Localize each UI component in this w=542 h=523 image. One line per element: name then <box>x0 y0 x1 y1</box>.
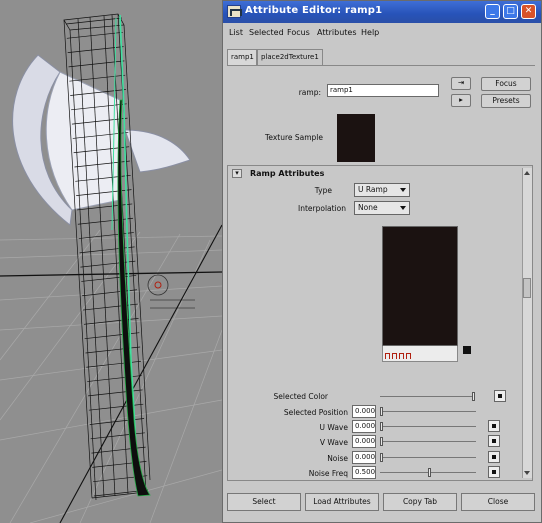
bottom-button-bar: Select Load Attributes Copy Tab Close <box>223 487 541 517</box>
u-wave-thumb[interactable] <box>380 422 383 431</box>
minimize-button[interactable]: _ <box>485 4 500 19</box>
menu-attributes[interactable]: Attributes <box>317 28 357 37</box>
noise-freq-label: Noise Freq <box>308 469 348 478</box>
map-button-icon[interactable] <box>488 420 500 432</box>
ramp-entry-marker[interactable] <box>385 353 390 359</box>
map-button-icon[interactable] <box>494 390 506 402</box>
selected-color-slider[interactable] <box>380 396 474 397</box>
section-title: Ramp Attributes <box>250 169 325 178</box>
u-wave-slider[interactable] <box>380 426 476 427</box>
u-wave-label: U Wave <box>319 423 348 432</box>
maximize-button[interactable]: □ <box>503 4 518 19</box>
noise-freq-field[interactable]: 0.500 <box>352 466 376 479</box>
map-button-icon[interactable] <box>488 451 500 463</box>
chevron-down-icon <box>400 206 406 210</box>
selected-position-label: Selected Position <box>283 408 348 417</box>
maya-app-icon <box>227 5 242 18</box>
goto-output-icon-button[interactable]: ▸ <box>451 94 471 107</box>
ramp-preview[interactable] <box>382 226 458 346</box>
menu-bar: List Selected Focus Attributes Help <box>223 25 541 41</box>
map-button-icon[interactable] <box>488 466 500 478</box>
noise-thumb[interactable] <box>380 453 383 462</box>
interpolation-dropdown[interactable]: None <box>354 201 410 215</box>
node-name-field[interactable]: ramp1 <box>327 84 439 97</box>
vertical-scrollbar[interactable] <box>522 168 532 478</box>
interpolation-label: Interpolation <box>298 204 346 213</box>
window-title: Attribute Editor: ramp1 <box>245 5 383 16</box>
noise-field[interactable]: 0.000 <box>352 451 376 464</box>
v-wave-field[interactable]: 0.000 <box>352 435 376 448</box>
scroll-down-icon[interactable] <box>524 471 530 475</box>
v-wave-thumb[interactable] <box>380 437 383 446</box>
texture-sample-swatch <box>337 114 375 162</box>
3d-viewport[interactable] <box>0 0 222 523</box>
tab-divider <box>227 65 535 66</box>
attribute-editor-window: Attribute Editor: ramp1 _ □ ✕ List Selec… <box>222 0 542 523</box>
type-dropdown[interactable]: U Ramp <box>354 183 410 197</box>
copy-tab-button[interactable]: Copy Tab <box>383 493 457 511</box>
tab-ramp1[interactable]: ramp1 <box>227 49 257 65</box>
v-wave-label: V Wave <box>319 438 348 447</box>
menu-help[interactable]: Help <box>361 28 379 37</box>
ramp-entry-marker[interactable] <box>392 353 397 359</box>
scrollbar-thumb[interactable] <box>523 278 531 298</box>
viewport-scene <box>0 13 222 523</box>
noise-freq-thumb[interactable] <box>428 468 431 477</box>
type-label: Type <box>314 186 332 195</box>
menu-selected[interactable]: Selected <box>249 28 284 37</box>
ramp-attributes-section: ▾ Ramp Attributes Type U Ramp Interpolat… <box>227 165 533 481</box>
map-button-icon[interactable] <box>488 435 500 447</box>
title-bar[interactable]: Attribute Editor: ramp1 _ □ ✕ <box>223 1 541 23</box>
interpolation-value: None <box>358 203 378 212</box>
selected-position-field[interactable]: 0.000 <box>352 405 376 418</box>
select-button[interactable]: Select <box>227 493 301 511</box>
ramp-entry-marker[interactable] <box>399 353 404 359</box>
select-node-icon-button[interactable]: ⇥ <box>451 77 471 90</box>
node-tabs: ramp1 place2dTexture1 <box>227 49 527 65</box>
load-attributes-button[interactable]: Load Attributes <box>305 493 379 511</box>
tab-place2dtexture1[interactable]: place2dTexture1 <box>257 49 323 65</box>
selected-color-thumb[interactable] <box>472 392 475 401</box>
selected-color-label: Selected Color <box>273 392 328 401</box>
selected-position-thumb[interactable] <box>380 407 383 416</box>
v-wave-slider[interactable] <box>380 441 476 442</box>
presets-button[interactable]: Presets <box>481 94 531 108</box>
selected-position-slider[interactable] <box>380 411 476 412</box>
ramp-entry-marker[interactable] <box>406 353 411 359</box>
texture-sample-label: Texture Sample <box>265 133 323 142</box>
close-window-button[interactable]: ✕ <box>521 4 536 19</box>
noise-slider[interactable] <box>380 457 476 458</box>
ramp-handle-strip[interactable] <box>382 346 458 362</box>
menu-list[interactable]: List <box>229 28 243 37</box>
type-value: U Ramp <box>358 185 388 194</box>
node-name-label: ramp: <box>298 88 321 97</box>
focus-button[interactable]: Focus <box>481 77 531 91</box>
scroll-up-icon[interactable] <box>524 171 530 175</box>
u-wave-field[interactable]: 0.000 <box>352 420 376 433</box>
collapse-arrow-icon[interactable]: ▾ <box>232 169 242 178</box>
close-button[interactable]: Close <box>461 493 535 511</box>
menu-focus[interactable]: Focus <box>287 28 310 37</box>
noise-label: Noise <box>327 454 348 463</box>
chevron-down-icon <box>400 188 406 192</box>
section-header[interactable]: ▾ Ramp Attributes <box>228 166 520 181</box>
ramp-delete-entry-square[interactable] <box>463 346 471 354</box>
